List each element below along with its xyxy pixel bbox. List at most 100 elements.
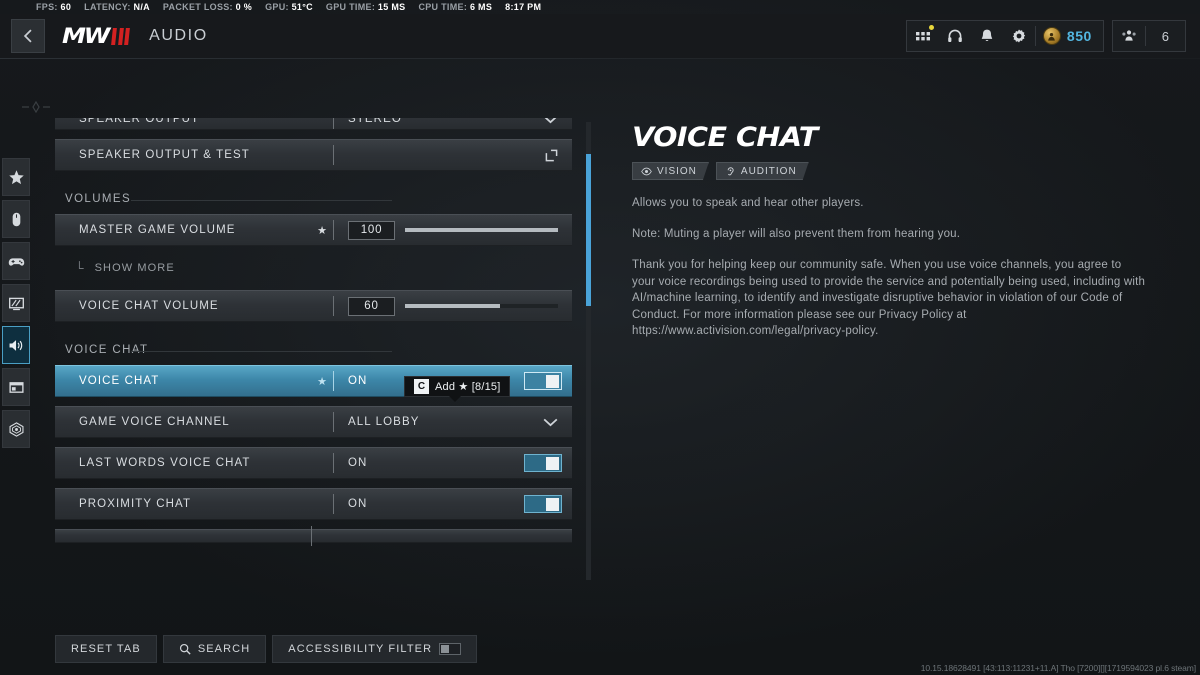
setting-row-value: ON — [348, 457, 368, 469]
dropdown-chevron[interactable] — [543, 418, 558, 427]
row-divider — [333, 494, 334, 514]
party-count: 6 — [1161, 28, 1169, 44]
info-badges: VISION AUDITION — [632, 162, 1147, 180]
apps-grid-glyph — [915, 32, 930, 41]
open-submenu-icon[interactable] — [545, 149, 558, 162]
setting-row[interactable] — [55, 526, 572, 546]
setting-row[interactable]: PROXIMITY CHAT★ON — [55, 488, 572, 520]
sidebar-item-interface[interactable] — [2, 368, 30, 406]
perf-stat: GPU: 51°C — [265, 2, 313, 12]
settings-section-header: VOLUMES — [55, 180, 572, 210]
add-favorite-tooltip: C Add ★ [8/15] — [404, 376, 511, 402]
badge-audition-label: AUDITION — [740, 165, 797, 177]
setting-row-value: ON — [348, 498, 368, 510]
setting-toggle-switch[interactable] — [524, 454, 562, 472]
setting-row-label: PROXIMITY CHAT — [79, 498, 192, 510]
page-title: AUDIO — [149, 27, 208, 44]
favorite-star-icon[interactable]: ★ — [311, 375, 333, 388]
reset-tab-button[interactable]: RESET TAB — [55, 635, 157, 663]
setting-row[interactable]: VOICE CHAT VOLUME★60 — [55, 290, 572, 322]
badge-audition: AUDITION — [716, 162, 809, 180]
dropdown-chevron[interactable] — [543, 118, 558, 124]
row-divider — [333, 296, 334, 316]
sidebar-item-account[interactable] — [2, 410, 30, 448]
favorite-star-icon[interactable]: ★ — [311, 224, 333, 237]
row-divider — [333, 118, 334, 129]
setting-row[interactable]: SPEAKER OUTPUT★STEREO — [55, 118, 572, 130]
row-divider — [333, 371, 334, 391]
slider-fill — [405, 304, 500, 308]
eye-icon — [641, 166, 652, 177]
setting-toggle-switch[interactable] — [524, 372, 562, 390]
section-label: VOICE CHAT — [65, 344, 149, 356]
headphones-glyph — [948, 29, 962, 42]
currency-badge[interactable]: 850 — [1036, 20, 1103, 52]
setting-row-label: LAST WORDS VOICE CHAT — [79, 457, 251, 469]
row-divider — [333, 412, 334, 432]
party-glyph — [1122, 30, 1136, 41]
setting-row[interactable]: SPEAKER OUTPUT & TEST★ — [55, 139, 572, 171]
settings-scrollbar-track[interactable] — [586, 122, 591, 580]
setting-row[interactable]: GAME VOICE CHANNEL★ALL LOBBY — [55, 406, 572, 438]
sidebar-item-audio[interactable] — [2, 326, 30, 364]
decorative-marker — [22, 100, 50, 114]
gear-glyph — [1012, 29, 1026, 43]
slider-value-box[interactable]: 100 — [348, 220, 395, 240]
settings-section-header: VOICE CHAT — [55, 331, 572, 361]
party-members-icon[interactable] — [1113, 20, 1145, 52]
accessibility-filter-button[interactable]: ACCESSIBILITY FILTER — [272, 635, 478, 663]
setting-row-value: ALL LOBBY — [348, 416, 420, 428]
chevron-down-icon — [545, 118, 556, 123]
chevron-down-icon — [543, 418, 558, 426]
info-title: VOICE CHAT — [632, 122, 818, 153]
slider-track[interactable] — [405, 304, 558, 308]
slider-track[interactable] — [405, 228, 558, 232]
category-nav-rail — [2, 158, 30, 448]
header-icon-group: 850 — [905, 20, 1104, 52]
accessibility-filter-toggle[interactable] — [439, 643, 462, 655]
sidebar-item-controller[interactable] — [2, 242, 30, 280]
account-icon — [8, 421, 24, 437]
search-icon — [179, 643, 191, 655]
star-icon — [8, 169, 24, 184]
setting-row-label: SPEAKER OUTPUT & TEST — [79, 149, 250, 161]
setting-row[interactable]: MASTER GAME VOLUME ★ 100 — [55, 214, 572, 246]
headphones-icon[interactable] — [939, 20, 971, 52]
search-label: SEARCH — [197, 643, 251, 655]
setting-row[interactable]: LAST WORDS VOICE CHAT★ON — [55, 447, 572, 479]
currency-amount: 850 — [1066, 28, 1092, 44]
header-divider — [0, 58, 1200, 59]
sidebar-item-favorites[interactable] — [2, 158, 30, 196]
gear-icon[interactable] — [1003, 20, 1035, 52]
settings-scrollbar-thumb[interactable] — [586, 154, 591, 306]
notification-dot — [928, 25, 934, 30]
interface-icon — [8, 381, 24, 393]
bell-icon[interactable] — [971, 20, 1003, 52]
info-note: Note: Muting a player will also prevent … — [632, 228, 961, 240]
apps-grid-icon[interactable] — [907, 20, 939, 52]
perf-stat: LATENCY: N/A — [84, 2, 150, 12]
chevron-left-icon — [23, 29, 32, 43]
performance-overlay: FPS: 60 LATENCY: N/A PACKET LOSS: 0 % GPU: … — [0, 0, 1200, 14]
top-header-bar: MW AUDIO 850 6 — [0, 14, 1200, 58]
ear-icon — [725, 166, 736, 177]
sidebar-item-graphics[interactable] — [2, 284, 30, 322]
toggle-knob — [546, 374, 559, 388]
perf-stat: FPS: 60 — [36, 2, 72, 12]
setting-toggle-switch[interactable] — [524, 495, 562, 513]
header-actions: 850 6 — [905, 20, 1200, 52]
search-button[interactable]: SEARCH — [162, 635, 267, 663]
settings-list[interactable]: SPEAKER OUTPUT★STEREO SPEAKER OUTPUT & TE… — [55, 118, 572, 583]
toggle-knob — [546, 497, 559, 511]
slider-value-box[interactable]: 60 — [348, 296, 395, 316]
setting-row-label: MASTER GAME VOLUME — [79, 224, 236, 236]
show-more-label: SHOW MORE — [94, 262, 175, 274]
row-divider — [333, 453, 334, 473]
section-label: VOLUMES — [65, 193, 132, 205]
back-button[interactable] — [11, 19, 45, 53]
monitor-icon — [8, 297, 24, 310]
show-more-toggle[interactable]: └ SHOW MORE — [55, 255, 572, 281]
sidebar-item-keyboard-mouse[interactable] — [2, 200, 30, 238]
coin-figure-glyph — [1048, 32, 1056, 41]
toggle-knob — [546, 456, 559, 470]
